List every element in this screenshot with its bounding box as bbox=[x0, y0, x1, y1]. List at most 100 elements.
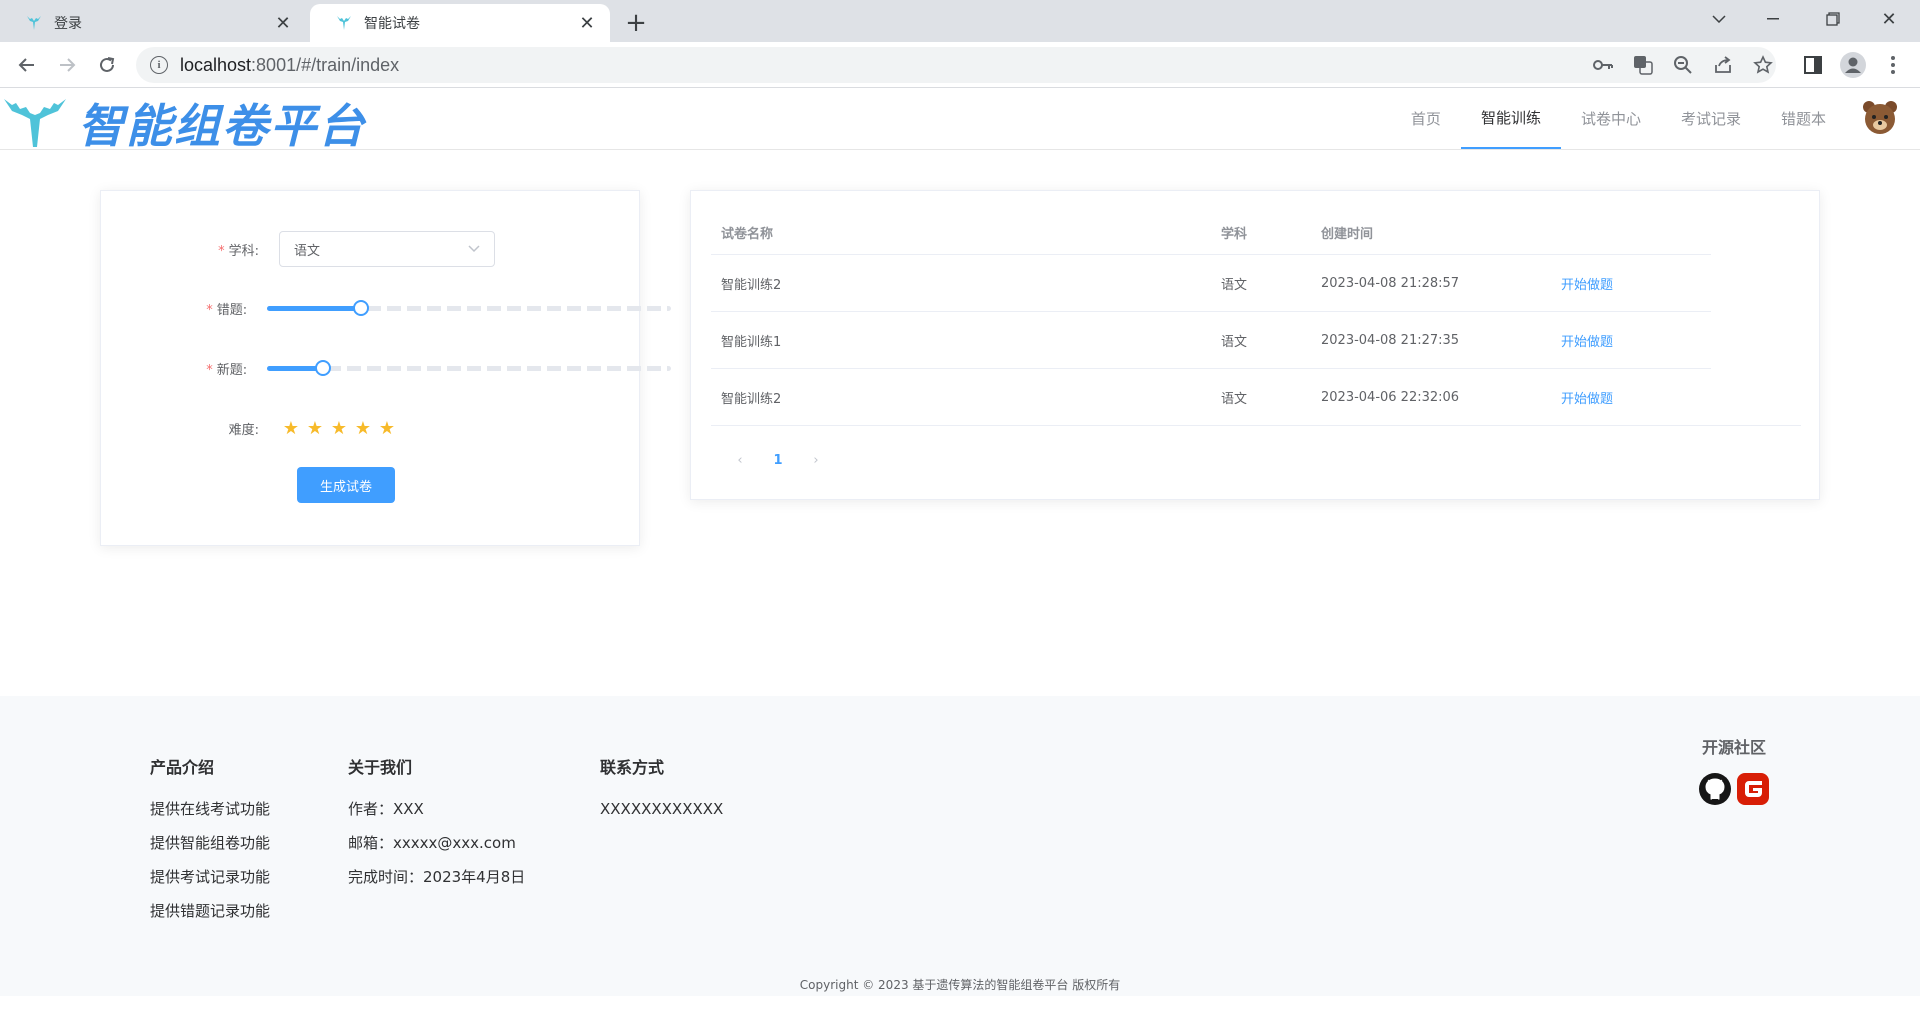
page-number-current[interactable]: 1 bbox=[759, 453, 797, 468]
site-info-icon[interactable]: i bbox=[150, 56, 168, 74]
gitee-icon[interactable] bbox=[1736, 772, 1770, 806]
browser-toolbar: i localhost:8001/#/train/index bbox=[0, 42, 1920, 88]
footer-community: 开源社区 bbox=[1698, 734, 1770, 806]
train-form-card: * 学科: 语文 * 错题: * 新题: 难度: ★ ★ ★ ★ ★ 生成试卷 bbox=[100, 190, 672, 546]
start-answering-link[interactable]: 开始做题 bbox=[1561, 369, 1613, 425]
paper-name: 智能训练2 bbox=[721, 277, 782, 293]
next-page-icon[interactable]: › bbox=[797, 453, 835, 468]
zoom-icon[interactable] bbox=[1670, 52, 1696, 78]
close-tab-icon[interactable]: ✕ bbox=[272, 12, 294, 34]
column-header-created: 创建时间 bbox=[1321, 227, 1374, 242]
star-icon[interactable]: ★ bbox=[375, 416, 399, 440]
nav-paper-center[interactable]: 试卷中心 bbox=[1561, 88, 1661, 149]
site-footer: 产品介绍 提供在线考试功能 提供智能组卷功能 提供考试记录功能 提供错题记录功能… bbox=[0, 696, 1920, 996]
logo-text: 智能组卷平台 bbox=[78, 99, 366, 153]
footer-product-title: 产品介绍 bbox=[150, 758, 215, 777]
browser-tab-smart-paper[interactable]: 智能试卷 ✕ bbox=[310, 4, 610, 42]
star-icon[interactable]: ★ bbox=[327, 416, 351, 440]
nav-home[interactable]: 首页 bbox=[1391, 88, 1461, 149]
nav-exam-records[interactable]: 考试记录 bbox=[1661, 88, 1761, 149]
column-header-subject: 学科 bbox=[1221, 227, 1248, 242]
slider-thumb[interactable] bbox=[315, 360, 332, 376]
tab-title: 登录 bbox=[54, 16, 82, 32]
bookmark-star-icon[interactable] bbox=[1750, 52, 1776, 78]
footer-about: 关于我们 作者：XXX 邮箱：xxxxx@xxx.com 完成时间：2023年4… bbox=[348, 754, 525, 894]
minimize-icon[interactable] bbox=[1750, 0, 1796, 38]
pagination: ‹ 1 › bbox=[721, 453, 835, 468]
profile-icon[interactable] bbox=[1840, 52, 1866, 78]
star-icon[interactable]: ★ bbox=[351, 416, 375, 440]
tab-title: 智能试卷 bbox=[364, 16, 420, 32]
wrong-questions-slider[interactable] bbox=[267, 298, 672, 318]
slider-thumb[interactable] bbox=[352, 300, 369, 316]
subject-select[interactable]: 语文 bbox=[279, 231, 495, 267]
new-questions-label: 新题: bbox=[216, 362, 248, 378]
paper-list-card: 试卷名称 学科 创建时间 智能训练2 语文 2023-04-08 21:28:5… bbox=[690, 190, 1820, 500]
side-panel-icon[interactable] bbox=[1800, 52, 1826, 78]
start-answering-link[interactable]: 开始做题 bbox=[1561, 255, 1613, 311]
close-window-icon[interactable]: ✕ bbox=[1866, 0, 1912, 38]
footer-contact: 联系方式 XXXXXXXXXXXX bbox=[600, 754, 723, 826]
nav-wrong-book[interactable]: 错题本 bbox=[1761, 88, 1846, 149]
prev-page-icon[interactable]: ‹ bbox=[721, 453, 759, 468]
difficulty-rate[interactable]: ★ ★ ★ ★ ★ bbox=[279, 416, 399, 440]
footer-community-title: 开源社区 bbox=[1701, 738, 1766, 757]
github-icon[interactable] bbox=[1698, 772, 1732, 806]
paper-subject: 语文 bbox=[1221, 334, 1248, 350]
forward-icon[interactable] bbox=[52, 50, 82, 80]
footer-about-item: 邮箱：xxxxx@xxx.com bbox=[348, 834, 516, 852]
column-header-name: 试卷名称 bbox=[721, 227, 774, 242]
user-avatar[interactable] bbox=[1860, 98, 1900, 138]
subject-value: 语文 bbox=[294, 243, 321, 259]
browser-tab-login[interactable]: 登录 ✕ bbox=[0, 4, 306, 42]
difficulty-label: 难度: bbox=[228, 422, 259, 438]
footer-contact-title: 联系方式 bbox=[600, 758, 665, 777]
footer-product-item: 提供智能组卷功能 bbox=[150, 834, 271, 852]
start-answering-link[interactable]: 开始做题 bbox=[1561, 312, 1613, 368]
footer-product: 产品介绍 提供在线考试功能 提供智能组卷功能 提供考试记录功能 提供错题记录功能 bbox=[150, 754, 270, 928]
app-header: 智能组卷平台 首页 智能训练 试卷中心 考试记录 错题本 bbox=[0, 88, 1920, 153]
close-tab-icon[interactable]: ✕ bbox=[576, 12, 598, 34]
reload-icon[interactable] bbox=[92, 50, 122, 80]
wrong-questions-label: 错题: bbox=[216, 302, 248, 318]
nav-smart-training[interactable]: 智能训练 bbox=[1460, 88, 1561, 149]
bottom-edge bbox=[0, 996, 1920, 1021]
table-row: 智能训练2 语文 2023-04-08 21:28:57 开始做题 bbox=[711, 255, 1711, 312]
footer-product-item: 提供错题记录功能 bbox=[150, 902, 271, 920]
copyright: Copyright © 2023 基于遗传算法的智能组卷平台 版权所有 bbox=[799, 978, 1121, 992]
paper-name: 智能训练2 bbox=[721, 391, 782, 407]
paper-subject: 语文 bbox=[1221, 277, 1248, 293]
main-nav: 首页 智能训练 试卷中心 考试记录 错题本 bbox=[1391, 88, 1920, 149]
difficulty-row: 难度: ★ ★ ★ ★ ★ bbox=[101, 408, 641, 448]
chevron-down-icon bbox=[468, 245, 480, 253]
star-icon[interactable]: ★ bbox=[279, 416, 303, 440]
logo[interactable]: 智能组卷平台 bbox=[0, 90, 366, 156]
footer-contact-item: XXXXXXXXXXXX bbox=[600, 800, 724, 818]
new-questions-slider[interactable] bbox=[267, 358, 672, 378]
tab-search-chevron-icon[interactable] bbox=[1696, 0, 1742, 38]
restore-icon[interactable] bbox=[1810, 0, 1856, 38]
browser-tab-bar: 登录 ✕ 智能试卷 ✕ + ✕ bbox=[0, 0, 1920, 42]
paper-name: 智能训练1 bbox=[721, 334, 782, 350]
address-bar[interactable]: i localhost:8001/#/train/index bbox=[136, 47, 1776, 83]
slider-fill bbox=[267, 306, 361, 311]
subject-label: 学科: bbox=[228, 243, 259, 259]
wrong-questions-row: * 错题: bbox=[101, 288, 672, 328]
table-row: 智能训练1 语文 2023-04-08 21:27:35 开始做题 bbox=[711, 312, 1711, 369]
footer-about-title: 关于我们 bbox=[348, 758, 413, 777]
password-key-icon[interactable] bbox=[1590, 52, 1616, 78]
generate-paper-button[interactable]: 生成试卷 bbox=[297, 467, 395, 503]
star-icon[interactable]: ★ bbox=[303, 416, 327, 440]
deer-logo-icon bbox=[4, 99, 66, 147]
translate-icon[interactable] bbox=[1630, 52, 1656, 78]
menu-kebab-icon[interactable] bbox=[1880, 52, 1906, 78]
paper-created: 2023-04-06 22:32:06 bbox=[1321, 389, 1460, 405]
new-tab-icon[interactable]: + bbox=[622, 8, 650, 38]
paper-created: 2023-04-08 21:27:35 bbox=[1321, 332, 1460, 348]
back-icon[interactable] bbox=[12, 50, 42, 80]
deer-favicon-icon bbox=[27, 16, 41, 30]
url-text: localhost:8001/#/train/index bbox=[180, 54, 400, 75]
deer-favicon-icon bbox=[337, 16, 351, 30]
table-header: 试卷名称 学科 创建时间 bbox=[711, 211, 1711, 255]
share-icon[interactable] bbox=[1710, 52, 1736, 78]
